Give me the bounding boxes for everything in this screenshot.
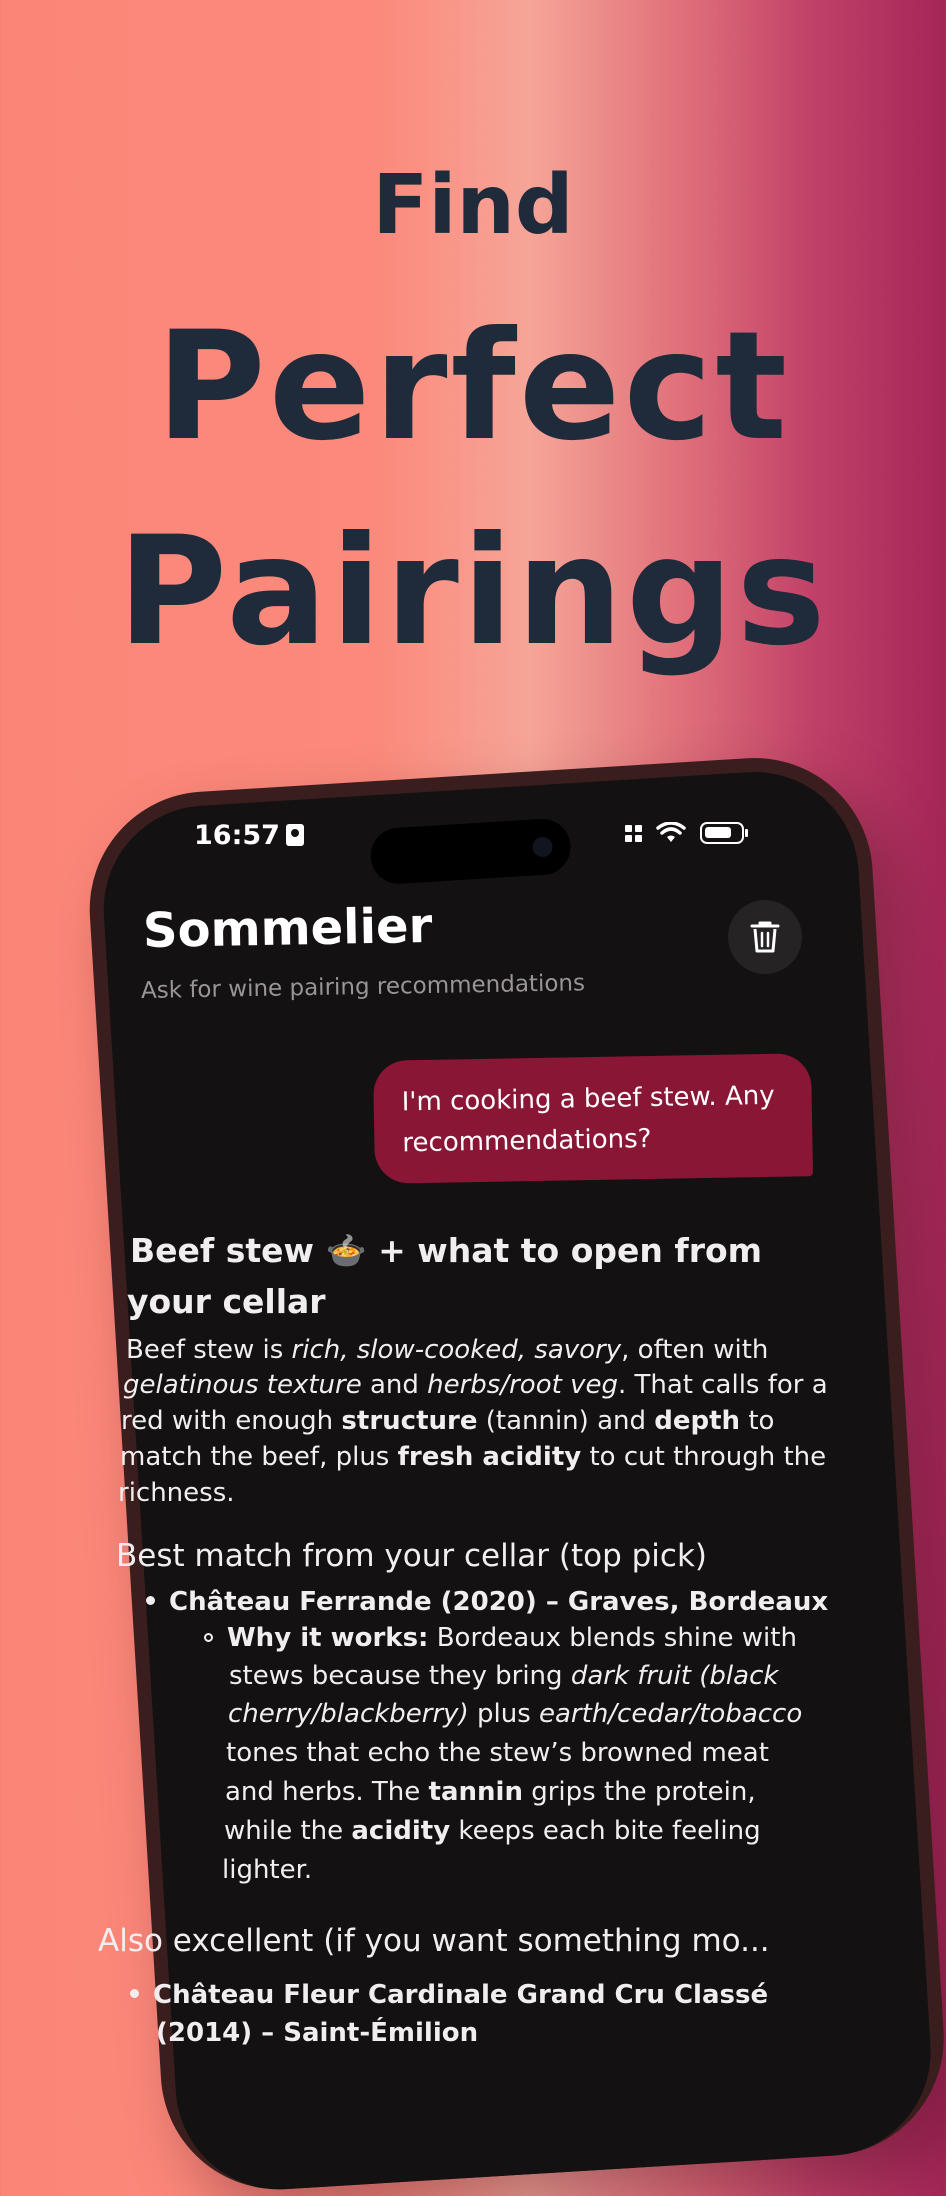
battery-icon: [700, 822, 748, 844]
status-time: 16:57: [194, 820, 304, 851]
sub-list-item: Why it works: Bordeaux blends shine with: [204, 1619, 797, 1658]
sub-list-line: cherry/blackberry) plus earth/cedar/toba…: [228, 1699, 803, 1729]
page-title: Sommelier: [142, 897, 433, 959]
contact-card-icon: [285, 824, 304, 846]
wifi-icon: [656, 822, 686, 842]
user-message-bubble: I'm cooking a beef stew. Any recommendat…: [372, 1053, 814, 1184]
reply-paragraph-line: gelatinous texture and herbs/root veg. T…: [123, 1370, 828, 1400]
page-subtitle: Ask for wine pairing recommendations: [140, 970, 586, 1004]
list-item: Château Fleur Cardinale Grand Cru Classé: [130, 1976, 768, 2014]
reply-heading-line: your cellar: [127, 1282, 326, 1321]
screen-content: 16:57 Sommelier Ask for wine pairing rec…: [0, 0, 946, 2048]
user-message-line: recommendations?: [402, 1123, 652, 1159]
cellular-signal-icon: [625, 824, 642, 842]
reply-heading-line: Beef stew 🍲 + what to open from: [130, 1231, 763, 1270]
sub-list-line: tones that echo the stew’s browned meat: [226, 1738, 769, 1768]
list-item: Château Ferrande (2020) – Graves, Bordea…: [146, 1583, 828, 1621]
list-item-continuation: (2014) – Saint-Émilion: [156, 2018, 479, 2048]
sub-list-line: while the acidity keeps each bite feelin…: [224, 1816, 761, 1846]
status-indicators: [625, 822, 748, 844]
status-time-text: 16:57: [194, 820, 280, 851]
user-message-line: I'm cooking a beef stew. Any: [401, 1080, 775, 1118]
reply-paragraph-line: Beef stew is rich, slow-cooked, savory, …: [126, 1335, 769, 1365]
clear-chat-button[interactable]: [728, 900, 802, 974]
sub-list-line: stews because they bring dark fruit (bla…: [229, 1661, 779, 1691]
reply-paragraph-line: richness.: [118, 1478, 235, 1508]
reply-paragraph-line: match the beef, plus fresh acidity to cu…: [120, 1442, 827, 1472]
reply-section-title: Also excellent (if you want something mo…: [98, 1923, 770, 1959]
trash-icon: [750, 921, 780, 953]
sub-list-line: lighter.: [222, 1855, 313, 1885]
sub-list-line: and herbs. The tannin grips the protein,: [225, 1777, 756, 1807]
reply-paragraph-line: red with enough structure (tannin) and d…: [121, 1406, 775, 1436]
reply-section-title: Best match from your cellar (top pick): [116, 1538, 708, 1574]
